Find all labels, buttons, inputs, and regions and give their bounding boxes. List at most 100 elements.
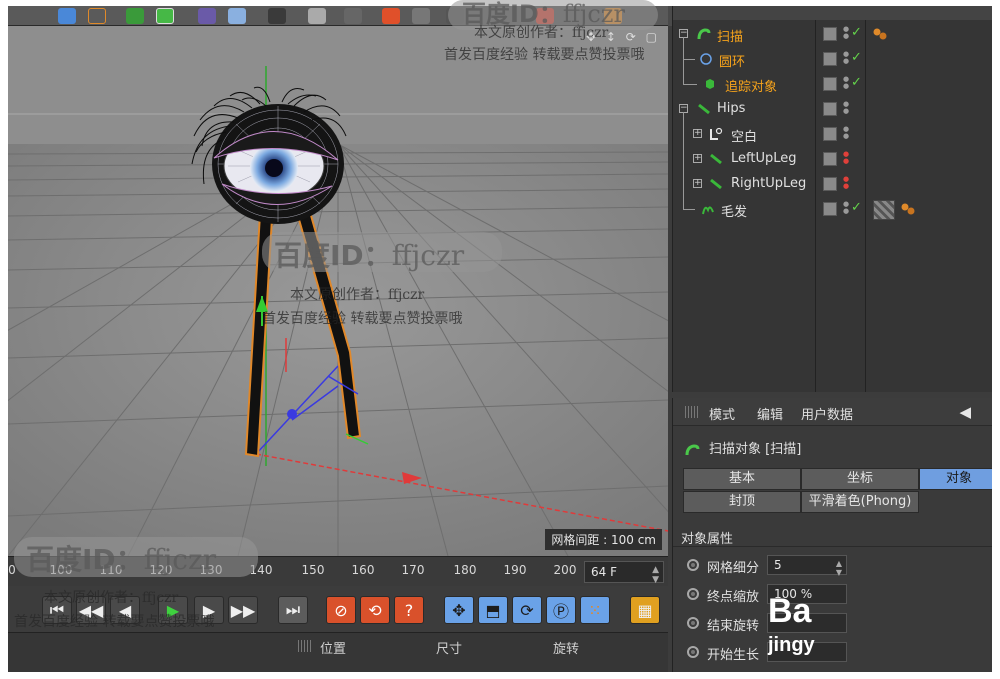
animate-radio-icon[interactable]	[687, 646, 699, 658]
animate-radio-icon[interactable]	[687, 588, 699, 600]
timeline-window-button[interactable]: ▦	[630, 596, 660, 624]
light-icon[interactable]	[308, 8, 326, 24]
layer-box[interactable]	[823, 152, 837, 166]
array-icon[interactable]	[156, 8, 174, 24]
object-label: Hips	[717, 101, 746, 116]
watermark-note-middle: 首发百度经验 转载要点赞投票哦	[262, 311, 463, 327]
menu-edit[interactable]: 编辑	[757, 404, 783, 423]
tab-object[interactable]: 对象	[919, 468, 992, 490]
object-manager-menu	[673, 6, 992, 20]
expand-icon[interactable]: +	[693, 129, 702, 138]
visibility-dots[interactable]: ● ●	[843, 151, 849, 165]
layer-box[interactable]	[823, 177, 837, 191]
enabled-check-icon[interactable]: ✓	[851, 25, 862, 40]
timeline-tick: 180	[453, 563, 477, 577]
timeline-tick: 160	[351, 563, 375, 577]
visibility-dots[interactable]: ● ●	[843, 126, 849, 140]
position-header: 位置	[320, 642, 347, 657]
tracer-icon	[706, 79, 714, 89]
visibility-dots[interactable]: ● ●	[843, 51, 849, 65]
enabled-check-icon[interactable]: ✓	[851, 50, 862, 65]
tab-basic[interactable]: 基本	[683, 468, 801, 490]
visibility-dots[interactable]: ● ●	[843, 201, 849, 215]
object-row-hair[interactable]: 毛发 ● ● ✓	[673, 187, 992, 222]
material-tag-icon[interactable]	[901, 203, 915, 215]
render-icon[interactable]	[382, 8, 400, 24]
key-scale-button[interactable]: ⬒	[478, 596, 508, 624]
property-label: 开始生长	[707, 648, 760, 663]
layer-box[interactable]	[823, 27, 837, 41]
material-tag-icon[interactable]	[873, 28, 887, 40]
nurbs-icon[interactable]	[126, 8, 144, 24]
visibility-dots[interactable]: ● ●	[843, 76, 849, 90]
menu-mode[interactable]: 模式	[709, 404, 735, 423]
panel-grip-icon[interactable]	[685, 406, 699, 418]
object-row-null[interactable]: + 空白 ● ●	[673, 112, 992, 198]
property-value: 5	[774, 558, 782, 572]
object-row-leftupleg[interactable]: + LeftUpLeg ● ●	[673, 147, 992, 172]
back-arrow-icon[interactable]: ◀	[959, 403, 971, 421]
watermark-note-top: 首发百度经验 转载要点赞投票哦	[444, 47, 645, 63]
object-row-hips[interactable]: − Hips ● ●	[673, 97, 992, 122]
key-point-level-button[interactable]: ⁙	[580, 596, 610, 624]
object-label: 追踪对象	[725, 80, 778, 95]
keyframe-selection-button[interactable]: ?	[394, 596, 424, 624]
tab-phong[interactable]: 平滑着色(Phong)	[801, 491, 919, 513]
visibility-dots[interactable]: ● ●	[843, 26, 849, 40]
record-active-objects-button[interactable]: ⊘	[326, 596, 356, 624]
layer-box[interactable]	[823, 202, 837, 216]
rotation-header: 旋转	[553, 642, 580, 657]
object-label: 扫描	[717, 30, 744, 45]
expand-icon[interactable]: +	[693, 154, 702, 163]
object-row-tracer[interactable]: 追踪对象 ● ● ✓	[673, 58, 992, 97]
layer-box[interactable]	[823, 102, 837, 116]
joint-icon	[710, 153, 722, 165]
end-frame-field[interactable]: 64 F ▲ ▼	[584, 561, 664, 585]
camera-icon[interactable]	[268, 8, 286, 24]
go-to-end-button[interactable]: ⏭	[278, 596, 308, 624]
object-label: 圆环	[719, 55, 746, 70]
autokeying-button[interactable]: ⟲	[360, 596, 390, 624]
layer-box[interactable]	[823, 77, 837, 91]
enabled-check-icon[interactable]: ✓	[851, 200, 862, 215]
property-label: 终点缩放	[707, 590, 760, 605]
key-rotation-button[interactable]: ⟳	[512, 596, 542, 624]
next-key-button[interactable]: ▶▶	[228, 596, 258, 624]
animate-radio-icon[interactable]	[687, 617, 699, 629]
animate-radio-icon[interactable]	[687, 559, 699, 571]
expand-icon[interactable]: +	[693, 179, 702, 188]
deformer-icon[interactable]	[198, 8, 216, 24]
key-parameter-button[interactable]: Ⓟ	[546, 596, 576, 624]
object-row-rightupleg[interactable]: + RightUpLeg ● ●	[673, 172, 992, 197]
environment-icon[interactable]	[228, 8, 246, 24]
menu-user-data[interactable]: 用户数据	[801, 404, 853, 423]
watermark-author-middle: 本文原创作者：ffjczr	[290, 287, 425, 303]
enabled-check-icon[interactable]: ✓	[851, 75, 862, 90]
spinner-icon[interactable]: ▲ ▼	[652, 565, 659, 585]
object-title-text: 扫描对象 [扫描]	[709, 442, 802, 457]
tool-icon[interactable]	[344, 8, 362, 24]
visibility-dots[interactable]: ● ●	[843, 101, 849, 115]
key-position-button[interactable]: ✥	[444, 596, 474, 624]
layer-box[interactable]	[823, 127, 837, 141]
end-frame-value: 64 F	[591, 565, 617, 579]
property-isoparm-subdivision: 网格细分 5 ▲ ▼	[681, 554, 992, 577]
layer-box[interactable]	[823, 52, 837, 66]
tab-caps[interactable]: 封顶	[683, 491, 801, 513]
cube-icon[interactable]	[58, 8, 76, 24]
spinner-icon[interactable]: ▲ ▼	[836, 559, 842, 577]
object-row-sweep[interactable]: − 扫描 ● ● ✓	[673, 22, 992, 47]
property-label: 网格细分	[707, 561, 760, 576]
tab-coord[interactable]: 坐标	[801, 468, 919, 490]
section-header: 对象属性	[681, 532, 734, 547]
spline-pen-icon[interactable]	[88, 8, 106, 24]
property-field[interactable]: 5 ▲ ▼	[767, 555, 847, 577]
property-label: 结束旋转	[707, 619, 760, 634]
property-start-growth: 开始生长	[681, 641, 992, 663]
panel-grip-icon[interactable]	[298, 640, 312, 652]
object-row-circle[interactable]: 圆环 ● ● ✓	[673, 37, 992, 72]
hair-material-tag-icon[interactable]	[873, 200, 895, 220]
visibility-dots[interactable]: ● ●	[843, 176, 849, 190]
joint-icon	[710, 178, 722, 190]
render-settings-icon[interactable]	[412, 8, 430, 24]
